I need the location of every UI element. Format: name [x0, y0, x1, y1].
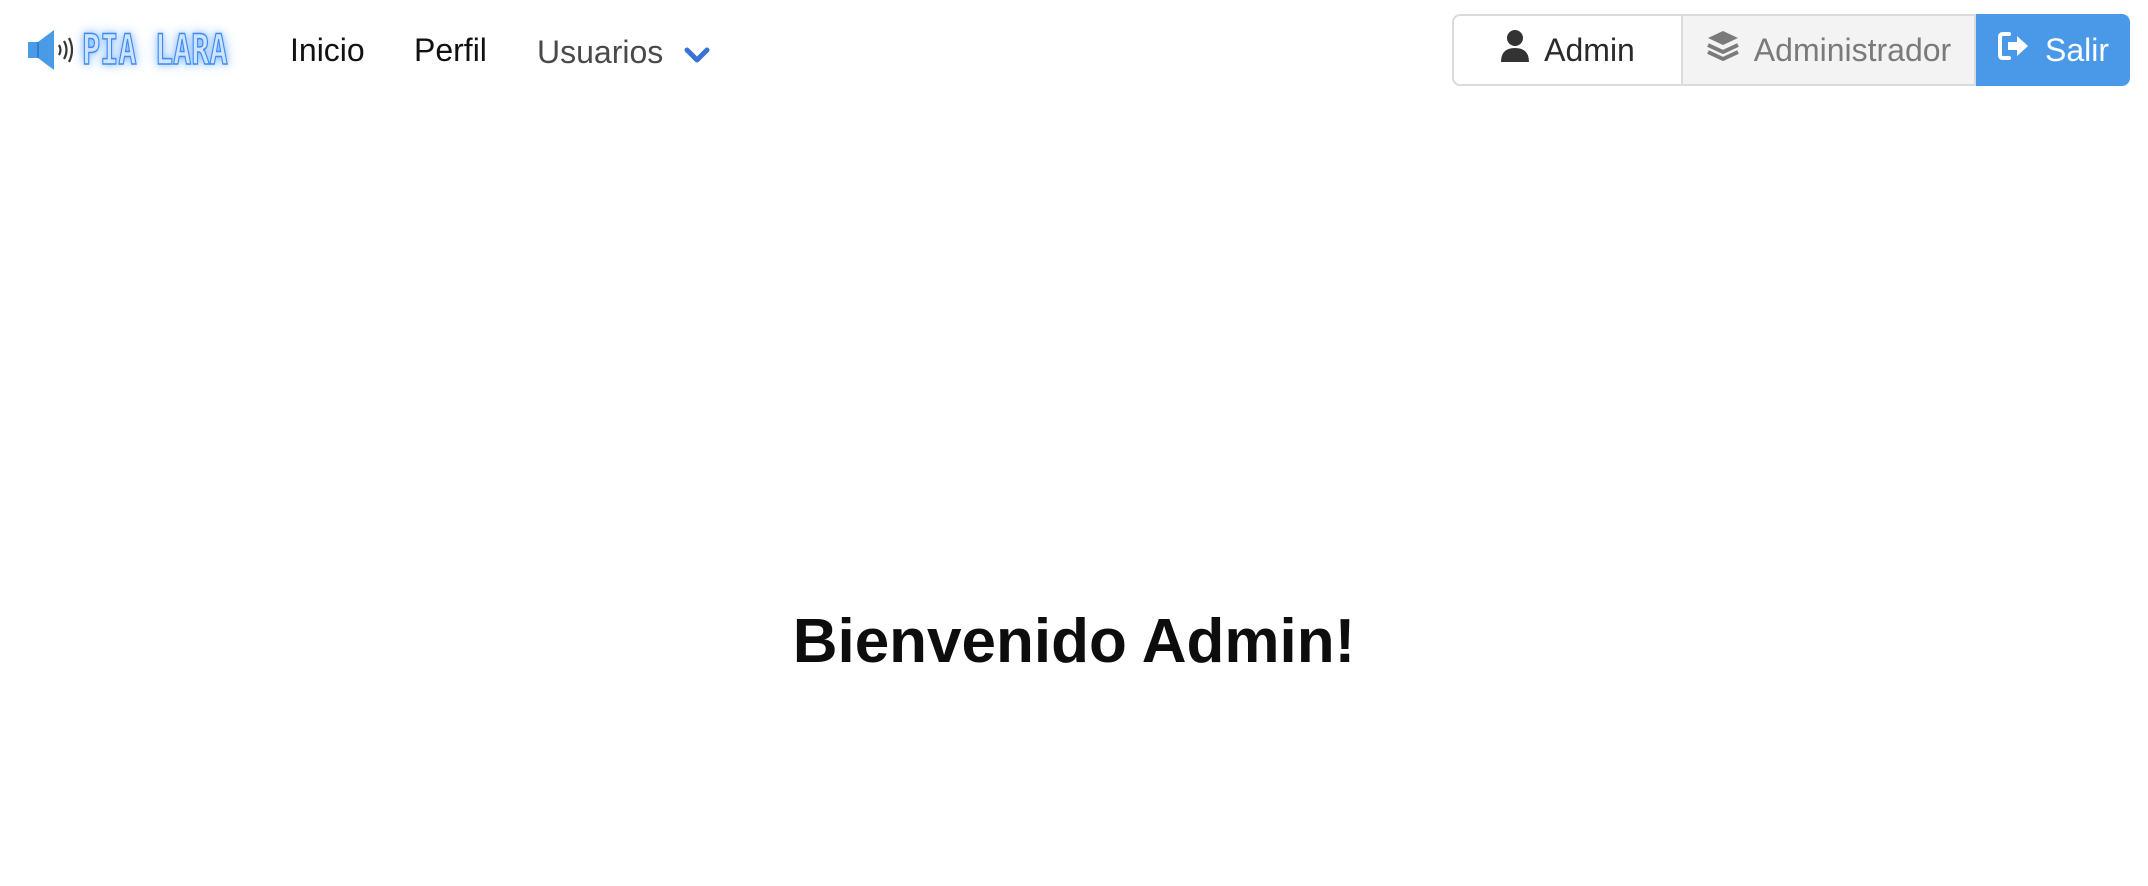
- speaker-icon: [26, 26, 76, 74]
- role-button-label: Administrador: [1753, 31, 1952, 68]
- nav-dropdown-usuarios[interactable]: Usuarios: [537, 28, 711, 76]
- brand-logo-link[interactable]: PIA LARA: [26, 22, 284, 78]
- user-button-label: Admin: [1544, 31, 1635, 68]
- nav-dropdown-usuarios-label: Usuarios: [537, 34, 664, 70]
- brand-name: PIA LARA: [81, 25, 228, 74]
- top-navbar: PIA LARA Inicio Perfil Usuarios Admin Ad…: [0, 0, 2148, 102]
- user-icon: [1500, 29, 1530, 71]
- nav-link-inicio[interactable]: Inicio: [290, 28, 365, 72]
- logout-button[interactable]: Salir: [1976, 14, 2130, 86]
- logout-button-label: Salir: [2044, 31, 2109, 68]
- nav-link-perfil[interactable]: Perfil: [414, 28, 487, 72]
- welcome-heading: Bienvenido Admin!: [792, 607, 1356, 676]
- chevron-down-icon: [683, 32, 711, 76]
- layers-icon: [1706, 29, 1740, 71]
- user-button-group: Admin Administrador Salir: [1452, 14, 2130, 86]
- role-button[interactable]: Administrador: [1683, 14, 1976, 86]
- user-button[interactable]: Admin: [1452, 14, 1683, 86]
- sign-out-icon: [1997, 31, 2031, 69]
